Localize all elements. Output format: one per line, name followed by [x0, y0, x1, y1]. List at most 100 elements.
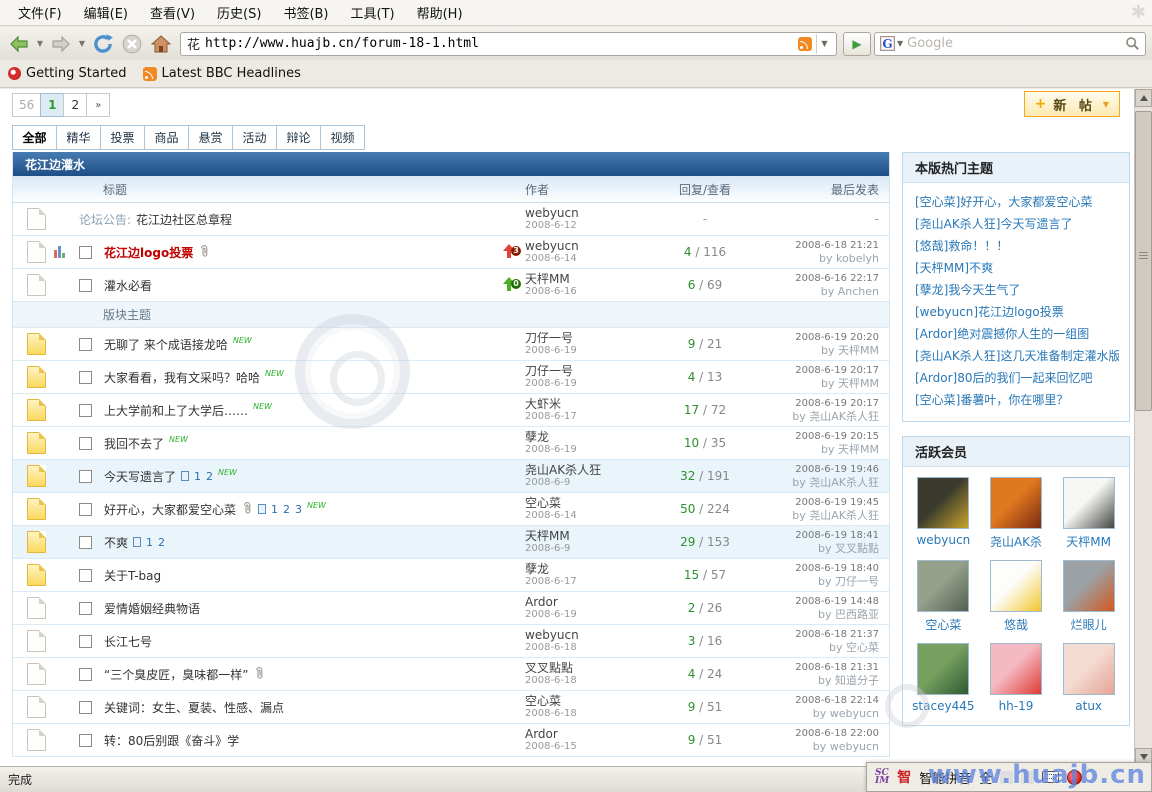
topic-title-link[interactable]: 上大学前和上了大学后……	[104, 402, 248, 419]
hot-topic-link[interactable]: [webyucn]花江边logo投票	[915, 301, 1119, 323]
new-post-button[interactable]: + 新 帖 ▼	[1024, 91, 1120, 117]
lastpost-author[interactable]: 刀仔一号	[835, 575, 879, 588]
avatar[interactable]	[990, 477, 1042, 529]
author-name[interactable]: 孽龙	[525, 431, 653, 444]
topic-title-link[interactable]: 爱情婚姻经典物语	[104, 600, 200, 617]
menu-item-6[interactable]: 帮助(H)	[407, 0, 473, 25]
avatar[interactable]	[990, 643, 1042, 695]
page-number-link[interactable]: 2	[206, 470, 213, 483]
menu-item-3[interactable]: 历史(S)	[207, 0, 271, 25]
digg-arrow-icon[interactable]: 3	[501, 244, 519, 260]
topic-checkbox[interactable]	[79, 246, 92, 259]
member-name-link[interactable]: 烂眼儿	[1071, 616, 1107, 633]
page-number-link[interactable]: 2	[283, 503, 290, 516]
tab-活动[interactable]: 活动	[232, 125, 277, 150]
topic-title-link[interactable]: 关于T-bag	[104, 567, 161, 584]
hot-topic-link[interactable]: [Ardor]绝对震撼你人生的一组图	[915, 323, 1119, 345]
page-links[interactable]: 123	[258, 503, 302, 516]
lastpost-author[interactable]: 尧山AK杀人狂	[809, 410, 879, 423]
member-name-link[interactable]: 空心菜	[925, 616, 961, 633]
author-name[interactable]: 刀仔一号	[525, 332, 653, 345]
ime-fullwidth-toggle[interactable]: 全	[979, 768, 992, 787]
author-name[interactable]: webyucn	[525, 207, 653, 220]
forward-button[interactable]	[48, 32, 74, 56]
page-link-1[interactable]: 1	[40, 93, 64, 117]
ime-engine-icon[interactable]: 智	[897, 767, 911, 787]
lastpost-author[interactable]: Anchen	[838, 285, 879, 298]
author-name[interactable]: webyucn	[525, 240, 653, 253]
tab-精华[interactable]: 精华	[56, 125, 101, 150]
hot-topic-link[interactable]: [空心菜]好开心，大家都爱空心菜	[915, 191, 1119, 213]
ime-option-icon[interactable]	[1021, 771, 1034, 784]
topic-checkbox[interactable]	[79, 404, 92, 417]
hot-topic-link[interactable]: [尧山AK杀人狂]今天写遗言了	[915, 213, 1119, 235]
ime-toolbar[interactable]: SCIM 智 智能拼音 全	[866, 762, 1152, 792]
topic-checkbox[interactable]	[79, 635, 92, 648]
author-name[interactable]: Ardor	[525, 596, 653, 609]
col-lastpost[interactable]: 最后发表	[831, 183, 879, 197]
lastpost-author[interactable]: 尧山AK杀人狂	[809, 509, 879, 522]
col-title[interactable]: 标题	[103, 181, 127, 198]
tab-视频[interactable]: 视频	[320, 125, 365, 150]
hot-topic-link[interactable]: [孽龙]我今天生气了	[915, 279, 1119, 301]
lastpost-author[interactable]: webyucn	[830, 707, 879, 720]
digg-arrow-icon[interactable]: 0	[501, 277, 519, 293]
author-name[interactable]: 空心菜	[525, 695, 653, 708]
author-name[interactable]: 天枰MM	[525, 273, 653, 286]
hot-topic-link[interactable]: [空心菜]番薯叶，你在哪里？	[915, 389, 1119, 411]
menu-item-0[interactable]: 文件(F)	[8, 0, 72, 25]
avatar[interactable]	[990, 560, 1042, 612]
member-name-link[interactable]: hh-19	[999, 699, 1034, 713]
lastpost-author[interactable]: kobelyh	[836, 252, 879, 265]
avatar[interactable]	[1063, 477, 1115, 529]
topic-title-link[interactable]: 我回不去了	[104, 435, 164, 452]
topic-checkbox[interactable]	[79, 371, 92, 384]
avatar[interactable]	[917, 643, 969, 695]
avatar[interactable]	[1063, 643, 1115, 695]
hot-topic-link[interactable]: [天枰MM]不爽	[915, 257, 1119, 279]
page-number-link[interactable]: 3	[295, 503, 302, 516]
member-name-link[interactable]: 天枰MM	[1066, 533, 1111, 550]
menu-item-1[interactable]: 编辑(E)	[74, 0, 138, 25]
page-number-link[interactable]: 1	[194, 470, 201, 483]
member-name-link[interactable]: stacey445	[912, 699, 974, 713]
lastpost-author[interactable]: 知道分子	[835, 674, 879, 687]
lastpost-author[interactable]: 巴西路亚	[835, 608, 879, 621]
forward-dropdown[interactable]: ▼	[77, 32, 87, 56]
topic-checkbox[interactable]	[79, 701, 92, 714]
lastpost-author[interactable]: 叉叉點點	[835, 542, 879, 555]
author-name[interactable]: 孽龙	[525, 563, 653, 576]
scroll-up-button[interactable]	[1135, 89, 1152, 107]
tab-悬赏[interactable]: 悬赏	[188, 125, 233, 150]
hot-topic-link[interactable]: [Ardor]80后的我们一起来回忆吧	[915, 367, 1119, 389]
avatar[interactable]	[1063, 560, 1115, 612]
google-engine-icon[interactable]: G	[880, 36, 895, 51]
topic-checkbox[interactable]	[79, 569, 92, 582]
page-number-link[interactable]: 2	[158, 536, 165, 549]
topic-checkbox[interactable]	[79, 668, 92, 681]
lastpost-author[interactable]: webyucn	[830, 740, 879, 753]
lastpost-author[interactable]: 空心菜	[846, 641, 879, 654]
topic-title-link[interactable]: 好开心，大家都爱空心菜	[104, 501, 236, 518]
url-bar[interactable]: 花 http://www.huajb.cn/forum-18-1.html ▼	[180, 32, 837, 56]
topic-checkbox[interactable]	[79, 437, 92, 450]
topic-title-link[interactable]: 转：80后别跟《奋斗》学	[104, 732, 239, 749]
page-number-link[interactable]: 1	[271, 503, 278, 516]
ime-name[interactable]: 智能拼音	[919, 768, 971, 787]
member-name-link[interactable]: 悠哉	[1004, 616, 1028, 633]
lastpost-author[interactable]: 天枰MM	[838, 377, 879, 390]
topic-checkbox[interactable]	[79, 503, 92, 516]
tab-商品[interactable]: 商品	[144, 125, 189, 150]
rss-subscribe-icon[interactable]	[798, 37, 812, 51]
reload-button[interactable]	[90, 32, 116, 56]
engine-dropdown-icon[interactable]: ▼	[897, 39, 903, 48]
stop-button[interactable]	[119, 32, 145, 56]
avatar[interactable]	[917, 560, 969, 612]
col-replies[interactable]: 回复/查看	[679, 183, 731, 197]
scim-logo[interactable]: SCIM	[875, 769, 889, 785]
back-dropdown[interactable]: ▼	[35, 32, 45, 56]
url-text[interactable]: http://www.huajb.cn/forum-18-1.html	[205, 36, 798, 51]
topic-checkbox[interactable]	[79, 734, 92, 747]
lastpost-author[interactable]: 尧山AK杀人狂	[809, 476, 879, 489]
topic-title-link[interactable]: 灌水必看	[104, 277, 152, 294]
